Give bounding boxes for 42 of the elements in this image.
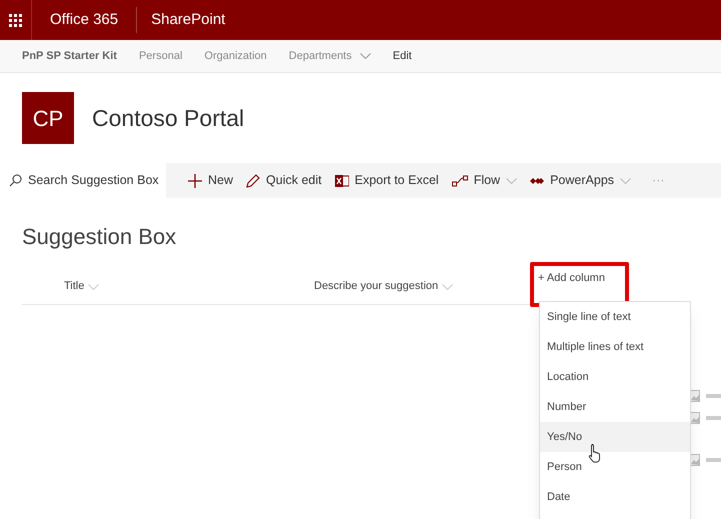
placeholder-bar — [706, 394, 721, 398]
brand-title[interactable]: Office 365 — [32, 7, 138, 33]
menu-item[interactable]: Date — [540, 482, 690, 512]
menu-item[interactable]: Single line of text — [540, 302, 690, 332]
command-button[interactable]: Export to Excel — [334, 171, 439, 190]
hand-cursor-icon — [588, 443, 602, 463]
search-field[interactable]: Search Suggestion Box — [0, 163, 166, 198]
placeholder-bar — [706, 458, 721, 462]
menu-item[interactable]: Yes/No — [540, 422, 690, 452]
waffle-icon — [9, 14, 22, 26]
command-button[interactable]: Quick edit — [246, 171, 322, 190]
nav-link[interactable]: Edit — [392, 48, 412, 64]
site-title: Contoso Portal — [92, 104, 244, 133]
search-icon — [9, 174, 22, 187]
command-button[interactable]: Flow — [452, 171, 518, 190]
chevron-down-icon — [360, 53, 371, 59]
pencil-icon — [246, 174, 260, 188]
menu-item[interactable]: Person — [540, 452, 690, 482]
image-icon — [690, 454, 700, 466]
column-header[interactable]: Title — [64, 278, 314, 295]
image-icon — [690, 390, 700, 402]
flow-icon — [452, 174, 468, 186]
list-title: Suggestion Box — [21, 223, 178, 251]
column-header[interactable]: Describe your suggestion — [314, 278, 534, 295]
chevron-down-icon — [442, 284, 454, 290]
menu-item[interactable]: Number — [540, 392, 690, 422]
add-column-button[interactable]: + Add column — [538, 270, 605, 286]
site-logo: CP — [22, 92, 74, 144]
app-title[interactable]: SharePoint — [137, 8, 240, 32]
site-name[interactable]: PnP SP Starter Kit — [22, 48, 117, 64]
menu-item[interactable]: Location — [540, 362, 690, 392]
plus-icon — [188, 174, 202, 188]
spreadsheet-icon — [334, 174, 349, 188]
chevron-down-icon — [88, 284, 100, 290]
placeholder-bar — [706, 416, 721, 420]
command-button[interactable]: PowerApps — [530, 171, 632, 190]
chevron-down-icon — [506, 178, 518, 184]
command-button[interactable]: New — [188, 171, 234, 190]
image-icon — [690, 412, 700, 424]
menu-item[interactable]: Multiple lines of text — [540, 332, 690, 362]
chevron-down-icon — [620, 178, 632, 184]
diamonds-icon — [530, 176, 544, 186]
